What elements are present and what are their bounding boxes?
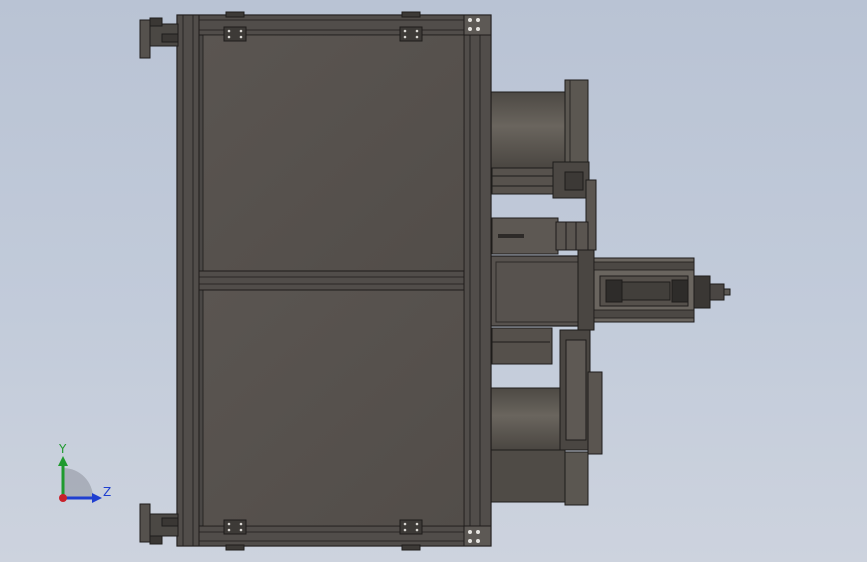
- gear-housing[interactable]: [490, 249, 595, 331]
- lower-panel[interactable]: [202, 289, 465, 527]
- upper-drum[interactable]: [489, 79, 589, 175]
- motor-assembly[interactable]: [491, 217, 589, 255]
- cad-viewport[interactable]: Y Z: [0, 0, 867, 562]
- leveling-foot-bottom[interactable]: [139, 503, 179, 545]
- leveling-foot-top[interactable]: [139, 17, 179, 59]
- upper-panel[interactable]: [202, 34, 465, 272]
- middle-rail[interactable]: [198, 270, 465, 291]
- linear-actuator[interactable]: [593, 257, 731, 323]
- z-axis-label: Z: [103, 485, 112, 499]
- assembly-model[interactable]: [0, 0, 867, 562]
- y-axis-label: Y: [59, 442, 67, 456]
- triad-graphic: [58, 456, 102, 503]
- orientation-triad[interactable]: Y Z: [46, 440, 126, 510]
